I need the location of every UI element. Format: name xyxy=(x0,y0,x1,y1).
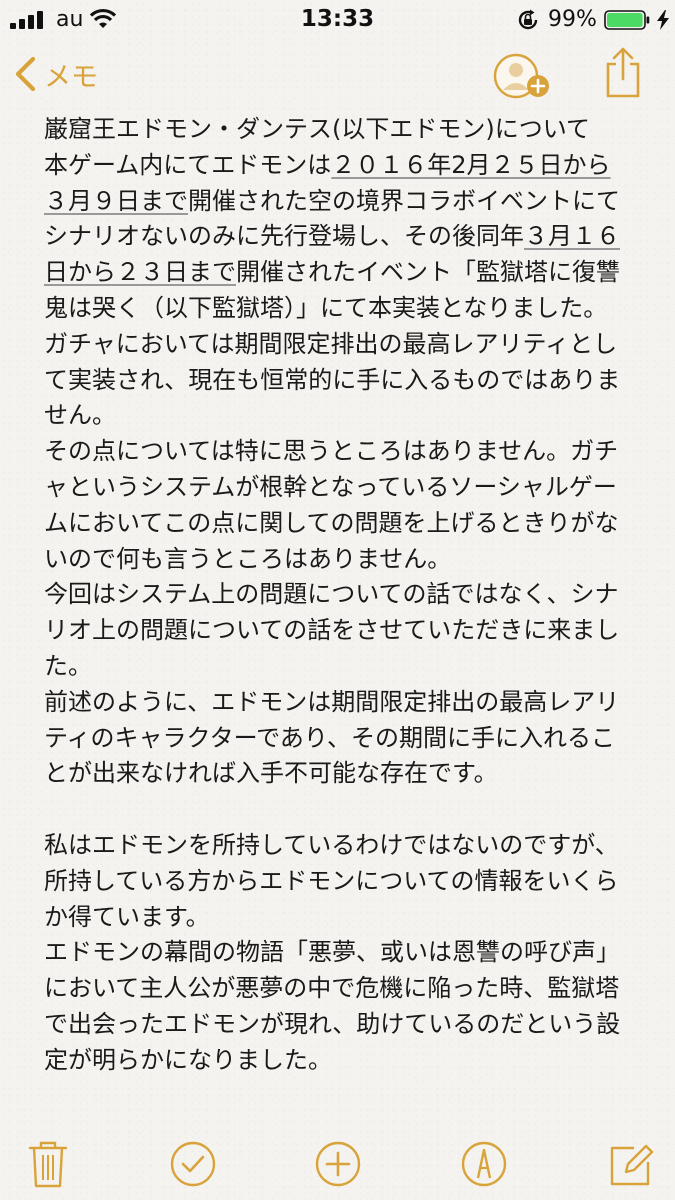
back-button[interactable]: メモ xyxy=(14,52,98,96)
note-line: 前述のように、エドモンは期間限定排出の最高レアリ xyxy=(44,687,620,716)
note-line: せん。 xyxy=(44,401,116,430)
battery-icon xyxy=(604,10,650,30)
add-people-icon[interactable] xyxy=(492,52,554,102)
note-line: か得ています。 xyxy=(44,902,210,931)
note-line: シナリオないのみに先行登場し、その後同年３月１６ xyxy=(44,222,620,251)
checklist-icon[interactable] xyxy=(167,1138,219,1190)
add-icon[interactable] xyxy=(312,1138,364,1190)
note-line: とが出来なければ入手不可能な存在です。 xyxy=(44,759,498,788)
note-line: 本ゲーム内にてエドモンは２０１６年2月２５日から xyxy=(44,150,611,179)
note-line: 所持している方からエドモンについての情報をいくら xyxy=(44,866,619,895)
note-line: 定が明らかになりました。 xyxy=(44,1045,332,1074)
compose-icon[interactable] xyxy=(604,1138,656,1190)
note-line: ムにおいてこの点に関しての問題を上げるときりがな xyxy=(44,508,619,537)
note-blank-line xyxy=(44,792,644,828)
note-line: 巌窟王エドモン・ダンテス(以下エドモン)について xyxy=(44,115,591,143)
note-line: 今回はシステム上の問題についての話ではなく、シナ xyxy=(44,580,619,609)
note-line: 私はエドモンを所持しているわけではないのですが、 xyxy=(44,830,619,859)
note-line: ティのキャラクターであり、その期間に手に入れるこ xyxy=(44,723,615,752)
trash-icon[interactable] xyxy=(22,1138,74,1190)
rotation-lock-icon xyxy=(518,9,538,30)
note-line: エドモンの幕間の物語「悪夢、或いは恩讐の呼び声」 xyxy=(44,938,620,967)
note-line: において主人公が悪夢の中で危機に陥った時、監獄塔 xyxy=(44,974,620,1003)
note-line: た。 xyxy=(44,651,92,680)
charging-bolt-icon xyxy=(657,10,669,30)
note-line: いので何も言うところはありません。 xyxy=(44,544,452,573)
note-line: ャというシステムが根幹となっているソーシャルゲー xyxy=(44,472,617,501)
note-line: ガチャにおいては期間限定排出の最高レアリティとし xyxy=(44,329,618,358)
chevron-left-icon xyxy=(15,56,36,92)
note-line: 鬼は哭く（以下監獄塔）」にて本実装となりました。 xyxy=(44,293,608,322)
note-line: リオ上の問題についての話をさせていただきに来まし xyxy=(44,616,620,645)
underlined-date: ２０１６年2月２５日から xyxy=(331,150,611,179)
bottom-toolbar xyxy=(0,1130,675,1200)
underlined-date: 日から２３日まで xyxy=(44,258,236,287)
underlined-date: ３月１６ xyxy=(524,222,620,251)
back-label: メモ xyxy=(44,61,98,93)
note-body[interactable]: 巌窟王エドモン・ダンテス(以下エドモン)について 本ゲーム内にてエドモンは２０１… xyxy=(44,112,644,1079)
note-line: ３月９日まで開催された空の境界コラボイベントにて xyxy=(44,186,620,215)
note-line: 日から２３日まで開催されたイベント「監獄塔に復讐 xyxy=(44,258,620,287)
note-line: その点については特に思うところはありません。ガチ xyxy=(44,437,619,466)
share-icon[interactable] xyxy=(604,46,642,98)
underlined-date: ３月９日まで xyxy=(44,186,188,215)
note-line: で出会ったエドモンが現れ、助けているのだという設 xyxy=(44,1009,621,1038)
note-line: て実装され、現在も恒常的に手に入るものではありま xyxy=(44,365,621,394)
status-bar: au 13:33 99% xyxy=(0,0,675,40)
battery-percent: 99% xyxy=(548,7,597,32)
sketch-icon[interactable] xyxy=(458,1138,510,1190)
